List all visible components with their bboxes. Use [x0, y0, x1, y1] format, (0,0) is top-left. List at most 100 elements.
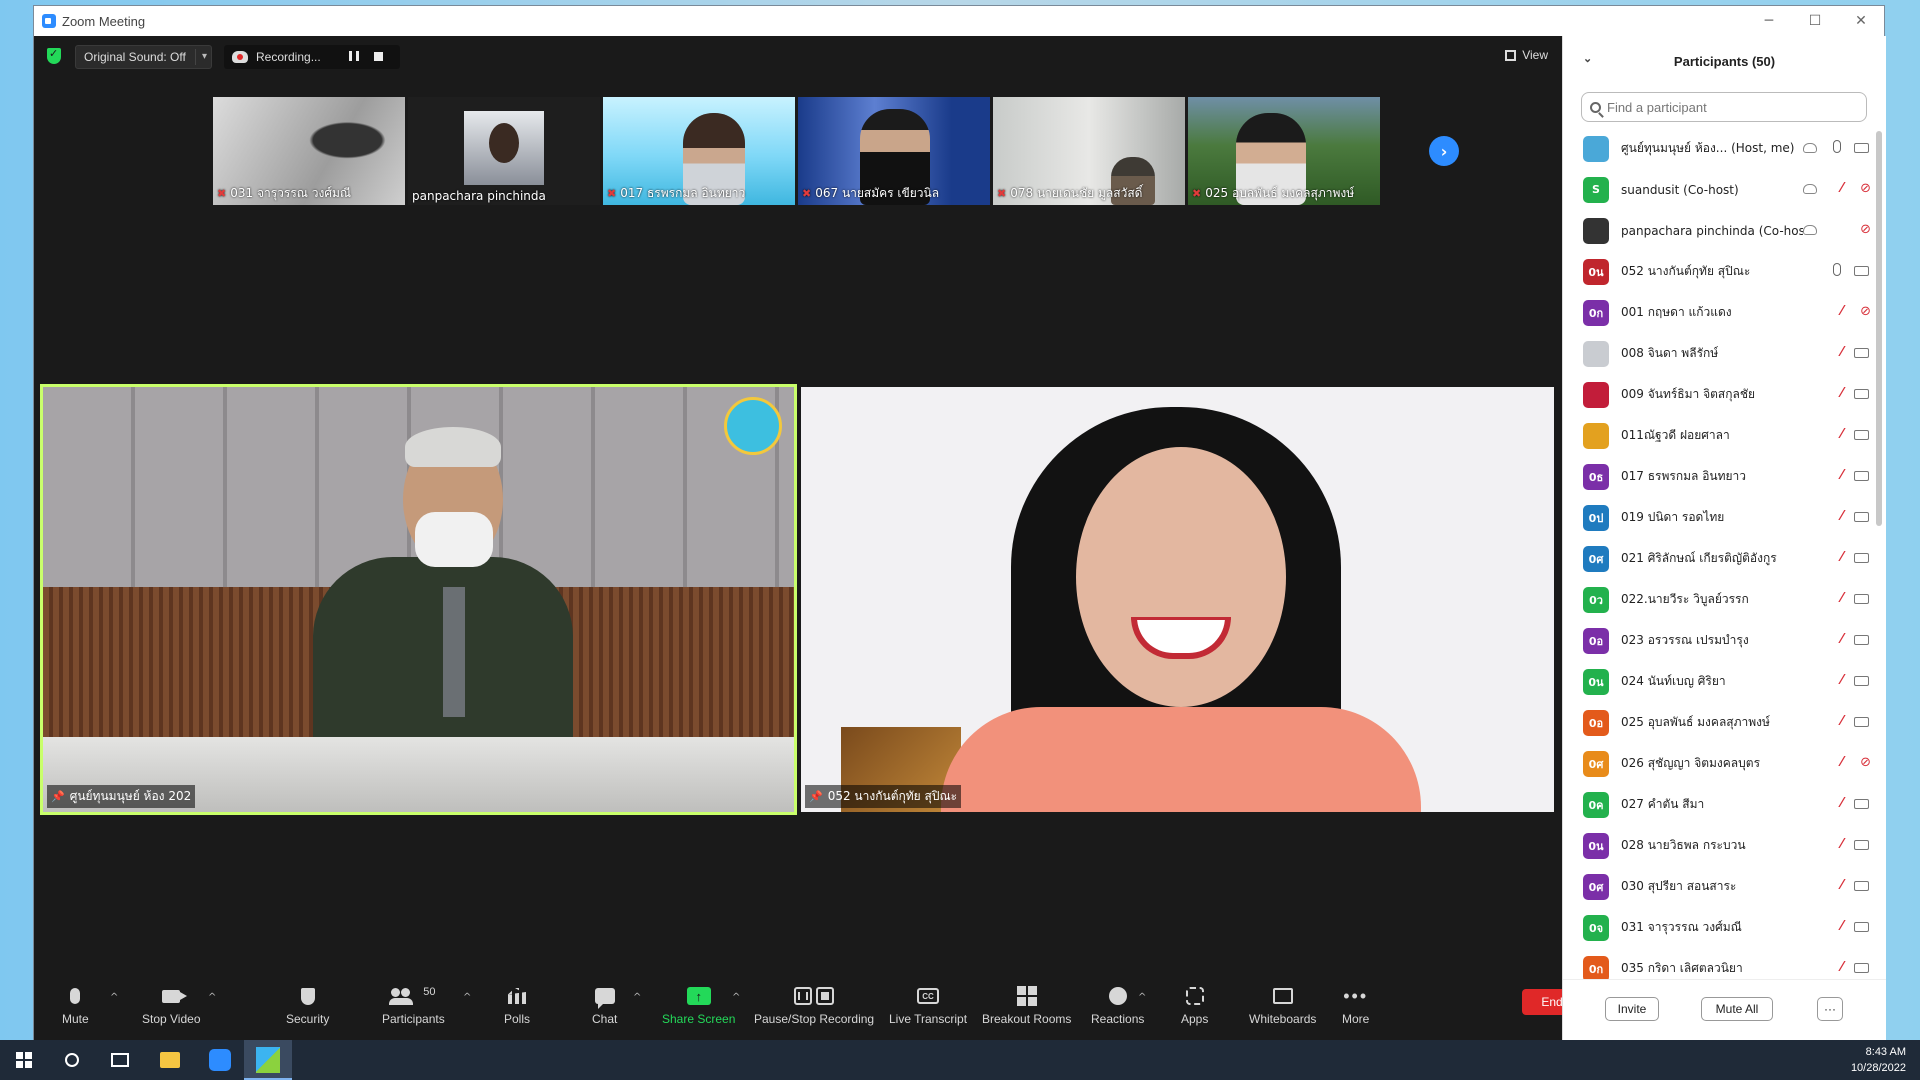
camera-off-icon: ⊘	[1860, 304, 1871, 319]
chevron-down-icon[interactable]: ⌄	[1583, 52, 1592, 65]
more-button[interactable]: ••• More	[1342, 984, 1369, 1027]
file-explorer-button[interactable]	[158, 1048, 182, 1072]
participant-row[interactable]: 009 จันทร์ธิมา จิตสกุลชัย ⁄	[1563, 374, 1879, 415]
participant-row[interactable]: 0ป 019 ปนิดา รอดไทย ⁄	[1563, 497, 1879, 538]
avatar	[1583, 135, 1609, 162]
pause-recording-icon[interactable]	[349, 51, 359, 61]
video-thumbnail[interactable]: ✖ 017 ธรพรกมล อินทยาว	[603, 97, 795, 205]
camera-icon	[1854, 594, 1869, 604]
microphone-icon	[70, 988, 81, 1004]
live-transcript-label: Live Transcript	[889, 1012, 968, 1026]
mute-all-button[interactable]: Mute All	[1701, 997, 1773, 1021]
participant-row[interactable]: 0อ 025 อุบลพันธ์ มงคลสุภาพงษ์ ⁄	[1563, 702, 1879, 743]
close-button[interactable]: ✕	[1838, 6, 1884, 36]
participant-row[interactable]: 0ศ 026 สุชัญญา จิตมงคลบุตร ⁄ ⊘	[1563, 743, 1879, 784]
pause-stop-recording-button[interactable]: Pause/Stop Recording	[754, 984, 874, 1026]
participants-button[interactable]: 50 Participants	[382, 984, 445, 1026]
security-label: Security	[286, 1012, 330, 1026]
system-clock[interactable]: 8:43 AM 10/28/2022	[1851, 1044, 1906, 1076]
clock-time: 8:43 AM	[1865, 1046, 1906, 1058]
stop-video-button[interactable]: Stop Video	[142, 984, 201, 1026]
polls-label: Polls	[504, 1012, 531, 1026]
task-view-button[interactable]	[108, 1048, 132, 1072]
participant-row[interactable]: 008 จินดา พลีรักษ์ ⁄	[1563, 333, 1879, 374]
reactions-button[interactable]: Reactions	[1091, 984, 1144, 1026]
meeting-area: Original Sound: Off ▾ Recording... View …	[34, 36, 1582, 1041]
app-icon	[256, 1047, 280, 1073]
participant-row[interactable]: 0จ 031 จารุวรรณ วงศ์มณี ⁄	[1563, 907, 1879, 948]
camera-icon	[1854, 963, 1869, 973]
polls-button[interactable]: Polls	[504, 984, 530, 1026]
minimize-button[interactable]: ─	[1746, 6, 1792, 36]
share-screen-button[interactable]: ↑ Share Screen	[662, 984, 735, 1026]
chevron-down-icon[interactable]: ▾	[194, 49, 207, 65]
participant-row[interactable]: panpachara pinchinda (Co-host) ⊘	[1563, 210, 1879, 251]
participant-row[interactable]: Ssuandusit (Co-host) ⁄ ⊘	[1563, 169, 1879, 210]
participant-row[interactable]: 0น 024 นันท์เบญ ศิริยา ⁄	[1563, 661, 1879, 702]
participant-row[interactable]: 0น 028 นายวิธพล กระบวน ⁄	[1563, 825, 1879, 866]
participants-options-caret-icon[interactable]: ^	[463, 992, 471, 1003]
window-controls: ─ ☐ ✕	[1746, 6, 1884, 36]
video-thumbnail[interactable]: ✖ 078 นายเดนชัย มูลสวัสดิ์	[993, 97, 1185, 205]
participant-row[interactable]: 0ศ 030 สุปรียา สอนสาระ ⁄	[1563, 866, 1879, 907]
chat-options-caret-icon[interactable]: ^	[633, 992, 641, 1003]
panel-title: Participants (50)	[1673, 53, 1776, 69]
participant-row[interactable]: 011ณัฐวดี ฝอยศาลา ⁄	[1563, 415, 1879, 456]
breakout-rooms-button[interactable]: Breakout Rooms	[982, 984, 1071, 1026]
participant-name: 023 อรวรรณ เปรมบำรุง	[1621, 633, 1749, 647]
participant-row[interactable]: 0น 052 นางกันต์กุทัย สุปิณะ	[1563, 251, 1879, 292]
video-thumbnail[interactable]: ✖ 067 นายสมัคร เขียวนิล	[798, 97, 990, 205]
whiteboards-button[interactable]: Whiteboards	[1249, 984, 1316, 1026]
participant-row[interactable]: 0อ 023 อรวรรณ เปรมบำรุง ⁄	[1563, 620, 1879, 661]
zoom-window: Zoom Meeting ─ ☐ ✕ Original Sound: Off ▾…	[33, 5, 1886, 1041]
camera-icon	[1854, 881, 1869, 891]
mute-button[interactable]: Mute	[62, 984, 89, 1026]
participant-name: 031 จารุวรรณ วงศ์มณี	[230, 186, 351, 200]
avatar: 0อ	[1583, 709, 1609, 736]
video-thumbnail[interactable]: panpachara pinchinda	[408, 97, 600, 205]
avatar: 0ว	[1583, 586, 1609, 613]
security-button[interactable]: Security	[286, 984, 329, 1026]
chat-bubble-icon	[594, 988, 615, 1009]
app-taskbar-button[interactable]	[256, 1047, 280, 1073]
participant-search-input[interactable]: Find a participant	[1581, 92, 1867, 122]
active-speaker-video[interactable]: 📌 ศูนย์ทุนมนุษย์ ห้อง 202	[40, 384, 797, 815]
participant-row[interactable]: 0ว 022.นายวีระ วิบูลย์วรรก ⁄	[1563, 579, 1879, 620]
stop-recording-icon[interactable]	[374, 52, 383, 61]
windows-taskbar: 8:43 AM 10/28/2022	[0, 1040, 1920, 1080]
video-thumbnail[interactable]: ✖ 025 อุบลพันธ์ มงคลสุภาพงษ์	[1188, 97, 1380, 205]
taskbar-search-button[interactable]	[60, 1048, 84, 1072]
encryption-shield-icon[interactable]	[47, 47, 61, 64]
thumbnail-caption: ✖ 025 อุบลพันธ์ มงคลสุภาพงษ์	[1192, 184, 1354, 203]
start-button[interactable]	[12, 1048, 36, 1072]
invite-button[interactable]: Invite	[1605, 997, 1659, 1021]
avatar: 0ศ	[1583, 750, 1609, 777]
maximize-button[interactable]: ☐	[1792, 6, 1838, 36]
participant-name: panpachara pinchinda	[412, 189, 546, 203]
reactions-options-caret-icon[interactable]: ^	[1138, 992, 1146, 1003]
audio-options-caret-icon[interactable]: ^	[110, 992, 118, 1003]
participant-video-main[interactable]: 📌 052 นางกันต์กุทัย สุปิณะ	[801, 387, 1554, 812]
view-button[interactable]: View	[1505, 48, 1548, 62]
participant-list-scrollbar[interactable]	[1876, 131, 1882, 526]
participant-row[interactable]: 0ก 001 กฤษดา แก้วแดง ⁄ ⊘	[1563, 292, 1879, 333]
participant-row[interactable]: ศูนย์ทุนมนุษย์ ห้อง... (Host, me)	[1563, 128, 1879, 169]
participant-row[interactable]: 0ค 027 คำตัน สีมา ⁄	[1563, 784, 1879, 825]
pause-stop-recording-label: Pause/Stop Recording	[754, 1012, 875, 1026]
apps-button[interactable]: Apps	[1181, 984, 1208, 1026]
mic-muted-icon: ✖	[1192, 187, 1202, 200]
participant-row[interactable]: 0ศ 021 ศิริลักษณ์ เกียรติญัติอังกูร ⁄	[1563, 538, 1879, 579]
participant-shirt	[941, 707, 1421, 812]
mic-muted-icon: ⁄	[1840, 386, 1843, 401]
video-options-caret-icon[interactable]: ^	[208, 992, 216, 1003]
chat-button[interactable]: Chat	[592, 984, 617, 1026]
next-page-button[interactable]: ›	[1429, 136, 1459, 166]
original-sound-button[interactable]: Original Sound: Off ▾	[75, 45, 212, 69]
participant-name: 030 สุปรียา สอนสาระ	[1621, 879, 1737, 893]
share-options-caret-icon[interactable]: ^	[732, 992, 740, 1003]
participant-row[interactable]: 0ธ 017 ธรพรกมล อินทยาว ⁄	[1563, 456, 1879, 497]
more-options-button[interactable]: ···	[1817, 997, 1843, 1021]
zoom-taskbar-button[interactable]	[208, 1048, 232, 1072]
video-thumbnail[interactable]: ✖ 031 จารุวรรณ วงศ์มณี	[213, 97, 405, 205]
live-transcript-button[interactable]: CC Live Transcript	[889, 984, 967, 1026]
